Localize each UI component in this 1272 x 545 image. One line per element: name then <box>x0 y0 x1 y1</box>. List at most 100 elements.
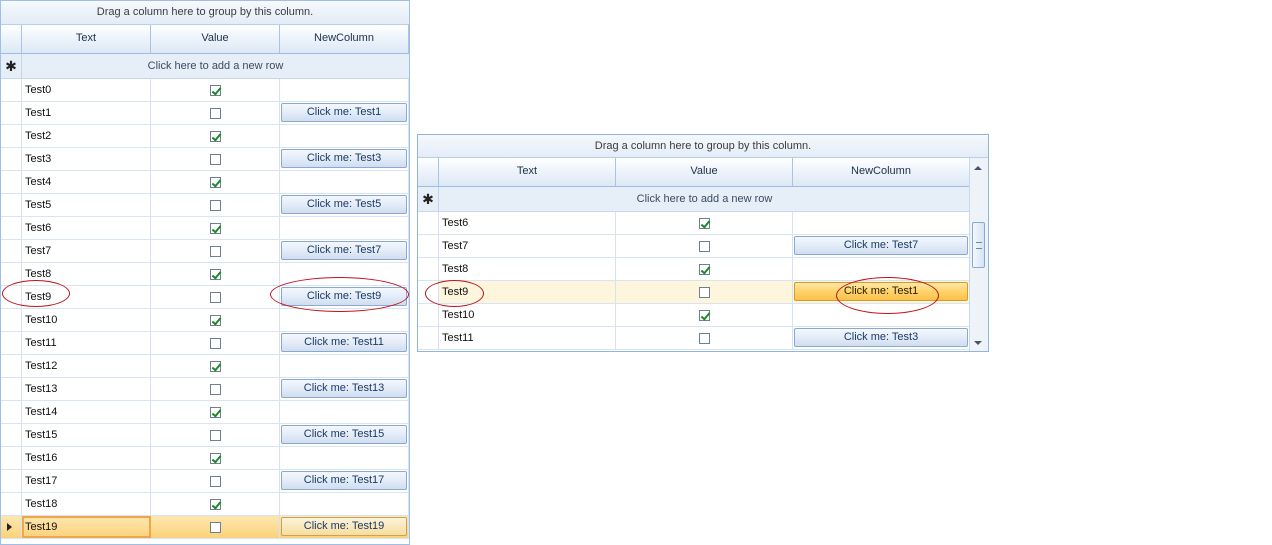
table-row[interactable]: Test3 Click me: Test3 <box>1 148 409 171</box>
cell-text[interactable]: Test17 <box>22 470 151 492</box>
table-row[interactable]: Test6 <box>418 212 970 235</box>
click-me-button[interactable]: Click me: Test9 <box>281 287 407 306</box>
table-row[interactable]: Test12 <box>1 355 409 378</box>
table-row[interactable]: Test11 Click me: Test11 <box>1 332 409 355</box>
click-me-button[interactable]: Click me: Test3 <box>794 328 968 347</box>
table-row[interactable]: Test2 <box>1 125 409 148</box>
row-indicator[interactable] <box>1 493 22 515</box>
row-indicator[interactable] <box>1 424 22 446</box>
value-checkbox[interactable] <box>209 130 221 142</box>
row-indicator[interactable] <box>418 235 439 257</box>
cell-text[interactable]: Test16 <box>22 447 151 469</box>
value-checkbox[interactable] <box>209 153 221 165</box>
table-row[interactable]: Test17 Click me: Test17 <box>1 470 409 493</box>
row-indicator[interactable] <box>1 378 22 400</box>
table-row[interactable]: Test9 Click me: Test9 <box>1 286 409 309</box>
column-header-value[interactable]: Value <box>151 25 280 53</box>
click-me-button[interactable]: Click me: Test11 <box>281 333 407 352</box>
row-indicator[interactable] <box>418 212 439 234</box>
value-checkbox[interactable] <box>209 291 221 303</box>
table-row[interactable]: Test0 <box>1 79 409 102</box>
table-row[interactable]: Test8 <box>418 258 970 281</box>
cell-text[interactable]: Test13 <box>22 378 151 400</box>
table-row[interactable]: Test11 Click me: Test3 <box>418 327 970 350</box>
scroll-up-arrow-icon[interactable] <box>974 166 982 170</box>
table-row[interactable]: Test4 <box>1 171 409 194</box>
table-row[interactable]: Test7 Click me: Test7 <box>1 240 409 263</box>
cell-text[interactable]: Test6 <box>439 212 616 234</box>
value-checkbox[interactable] <box>209 84 221 96</box>
row-indicator[interactable] <box>418 327 439 349</box>
table-row[interactable]: Test8 <box>1 263 409 286</box>
column-header-newcolumn[interactable]: NewColumn <box>793 158 970 186</box>
cell-text[interactable]: Test10 <box>439 304 616 326</box>
cell-text[interactable]: Test15 <box>22 424 151 446</box>
row-indicator[interactable] <box>1 102 22 124</box>
table-row[interactable]: Test10 <box>418 304 970 327</box>
click-me-button[interactable]: Click me: Test13 <box>281 379 407 398</box>
click-me-button[interactable]: Click me: Test1 <box>794 282 968 301</box>
row-indicator[interactable] <box>418 304 439 326</box>
table-row[interactable]: Test6 <box>1 217 409 240</box>
cell-text[interactable]: Test8 <box>22 263 151 285</box>
value-checkbox[interactable] <box>209 360 221 372</box>
scroll-down-arrow-icon[interactable] <box>974 341 982 345</box>
table-row[interactable]: Test14 <box>1 401 409 424</box>
cell-text[interactable]: Test6 <box>22 217 151 239</box>
row-indicator[interactable] <box>1 217 22 239</box>
value-checkbox[interactable] <box>698 309 710 321</box>
cell-text[interactable]: Test2 <box>22 125 151 147</box>
value-checkbox[interactable] <box>698 286 710 298</box>
value-checkbox[interactable] <box>209 498 221 510</box>
cell-text[interactable]: Test8 <box>439 258 616 280</box>
add-new-row[interactable]: ✱ Click here to add a new row <box>1 54 409 79</box>
value-checkbox[interactable] <box>698 217 710 229</box>
table-row[interactable]: Test10 <box>1 309 409 332</box>
group-by-panel[interactable]: Drag a column here to group by this colu… <box>418 135 988 158</box>
row-indicator[interactable] <box>1 79 22 101</box>
group-by-panel[interactable]: Drag a column here to group by this colu… <box>1 1 409 25</box>
column-header-newcolumn[interactable]: NewColumn <box>280 25 409 53</box>
value-checkbox[interactable] <box>209 176 221 188</box>
value-checkbox[interactable] <box>209 222 221 234</box>
click-me-button[interactable]: Click me: Test3 <box>281 149 407 168</box>
row-indicator[interactable] <box>418 281 439 303</box>
cell-text[interactable]: Test11 <box>439 327 616 349</box>
column-header-value[interactable]: Value <box>616 158 793 186</box>
value-checkbox[interactable] <box>209 199 221 211</box>
table-row[interactable]: Test19 Click me: Test19 <box>1 516 409 539</box>
value-checkbox[interactable] <box>209 337 221 349</box>
row-indicator[interactable] <box>1 332 22 354</box>
row-indicator[interactable] <box>1 309 22 331</box>
row-indicator[interactable] <box>1 401 22 423</box>
click-me-button[interactable]: Click me: Test7 <box>794 236 968 255</box>
cell-text[interactable]: Test3 <box>22 148 151 170</box>
value-checkbox[interactable] <box>209 406 221 418</box>
cell-text[interactable]: Test5 <box>22 194 151 216</box>
cell-text[interactable]: Test9 <box>22 286 151 308</box>
cell-text[interactable]: Test10 <box>22 309 151 331</box>
table-row[interactable]: Test9 Click me: Test1 <box>418 281 970 304</box>
cell-text[interactable]: Test19 <box>22 516 151 538</box>
click-me-button[interactable]: Click me: Test19 <box>281 517 407 536</box>
click-me-button[interactable]: Click me: Test15 <box>281 425 407 444</box>
cell-text[interactable]: Test7 <box>22 240 151 262</box>
cell-text[interactable]: Test7 <box>439 235 616 257</box>
column-header-text[interactable]: Text <box>22 25 151 53</box>
table-row[interactable]: Test16 <box>1 447 409 470</box>
scroll-thumb[interactable] <box>972 222 985 268</box>
row-indicator[interactable] <box>1 263 22 285</box>
cell-text[interactable]: Test18 <box>22 493 151 515</box>
value-checkbox[interactable] <box>209 475 221 487</box>
table-row[interactable]: Test1 Click me: Test1 <box>1 102 409 125</box>
click-me-button[interactable]: Click me: Test5 <box>281 195 407 214</box>
value-checkbox[interactable] <box>209 429 221 441</box>
row-indicator[interactable] <box>1 516 22 538</box>
row-indicator[interactable] <box>1 194 22 216</box>
value-checkbox[interactable] <box>209 314 221 326</box>
value-checkbox[interactable] <box>209 452 221 464</box>
row-indicator[interactable] <box>1 355 22 377</box>
value-checkbox[interactable] <box>209 107 221 119</box>
table-row[interactable]: Test7 Click me: Test7 <box>418 235 970 258</box>
cell-text[interactable]: Test4 <box>22 171 151 193</box>
